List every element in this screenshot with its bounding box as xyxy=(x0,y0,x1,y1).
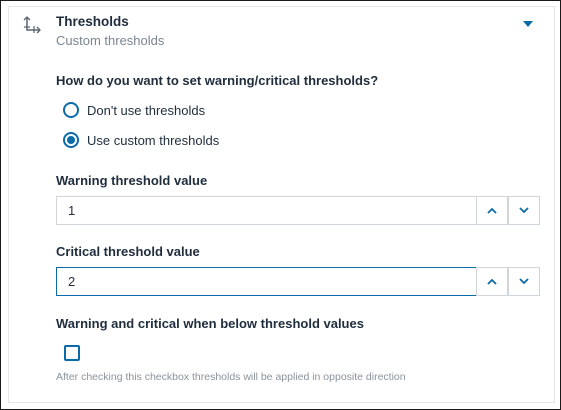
critical-threshold-input[interactable]: 2 xyxy=(56,267,477,296)
chevron-down-icon xyxy=(519,207,529,214)
increment-button[interactable] xyxy=(476,267,508,296)
below-threshold-checkbox[interactable] xyxy=(64,345,80,361)
window-frame: Thresholds Custom thresholds How do you … xyxy=(0,0,561,410)
threshold-mode-question: How do you want to set warning/critical … xyxy=(56,73,379,88)
chevron-down-icon xyxy=(519,278,529,285)
chevron-up-icon xyxy=(487,207,497,214)
warning-threshold-input[interactable]: 1 xyxy=(56,196,477,225)
critical-threshold-field: 2 xyxy=(56,267,540,296)
radio-button[interactable] xyxy=(63,102,79,118)
warning-threshold-field: 1 xyxy=(56,196,540,225)
chevron-up-icon xyxy=(487,278,497,285)
axis-icon xyxy=(23,16,41,34)
radio-option-custom-thresholds[interactable]: Use custom thresholds xyxy=(63,130,219,150)
thresholds-panel: Thresholds Custom thresholds How do you … xyxy=(8,6,555,403)
section-title: Thresholds xyxy=(56,14,129,29)
caret-down-icon[interactable] xyxy=(520,17,536,29)
critical-threshold-label: Critical threshold value xyxy=(56,244,200,259)
radio-label: Don't use thresholds xyxy=(87,102,206,118)
radio-option-no-thresholds[interactable]: Don't use thresholds xyxy=(63,100,205,120)
increment-button[interactable] xyxy=(476,196,508,225)
decrement-button[interactable] xyxy=(508,267,540,296)
radio-label: Use custom thresholds xyxy=(87,132,220,148)
warning-threshold-label: Warning threshold value xyxy=(56,173,208,188)
below-threshold-label: Warning and critical when below threshol… xyxy=(56,316,364,331)
decrement-button[interactable] xyxy=(508,196,540,225)
section-subtitle: Custom thresholds xyxy=(56,33,165,48)
radio-button-selected[interactable] xyxy=(63,132,79,148)
below-threshold-hint: After checking this checkbox thresholds … xyxy=(56,371,406,383)
